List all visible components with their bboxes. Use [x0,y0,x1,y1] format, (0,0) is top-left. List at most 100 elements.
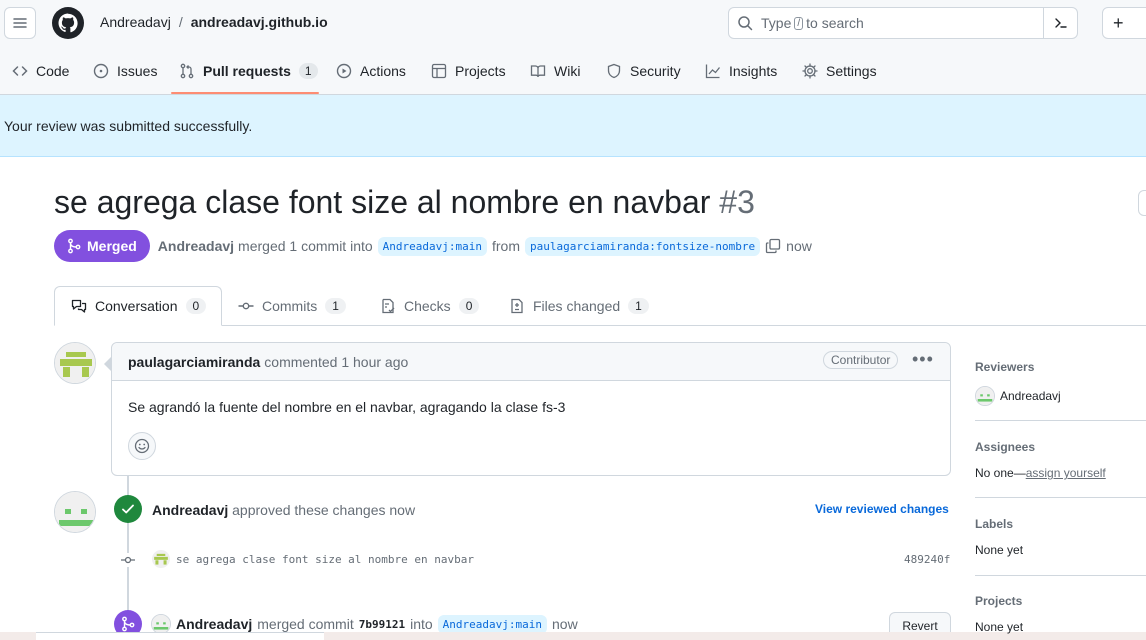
pull-requests-counter: 1 [298,62,318,79]
nav-projects[interactable]: Projects [431,46,506,95]
nav-issues[interactable]: Issues [93,46,157,95]
add-reaction-button[interactable] [128,432,156,460]
repo-nav: Code Issues Pull requests 1 Actions Proj… [0,46,1146,95]
repo-owner-link[interactable]: Andreadavj [100,14,171,30]
menu-button[interactable] [4,7,36,39]
copy-branch-button[interactable] [765,238,781,254]
copy-icon [766,238,781,254]
nav-actions[interactable]: Actions [336,46,406,95]
commit-sha-link[interactable]: 489240f [904,553,950,566]
assignees-section: Assignees No one— assign yourself [975,440,1146,480]
create-new-button[interactable]: + [1102,7,1146,39]
nav-settings[interactable]: Settings [802,46,877,95]
pr-meta: Merged Andreadavj merged 1 commit into A… [54,230,812,262]
git-commit-icon [238,302,254,310]
nav-code-label: Code [36,62,70,79]
plus-icon: + [1113,12,1124,33]
review-action: approved these changes now [232,502,416,518]
contributor-badge: Contributor [823,351,899,369]
tab-commits[interactable]: Commits 1 [238,286,346,326]
comment-body: Se agrandó la fuente del nombre en el na… [128,399,566,415]
projects-section: Projects None yet [975,594,1146,634]
reviewer-link[interactable]: Andreadavj [152,502,228,518]
tab-checks[interactable]: Checks 0 [380,286,480,326]
view-reviewed-changes-link[interactable]: View reviewed changes [815,502,949,516]
comment-discussion-icon [71,299,87,313]
commit-node [120,553,136,567]
pr-from-text: from [492,238,520,254]
nav-pull-requests-label: Pull requests [203,62,291,79]
nav-wiki-label: Wiki [554,62,581,79]
avatar[interactable] [54,342,96,384]
checklist-icon [382,298,395,314]
avatar[interactable] [151,614,171,634]
comment-author-link[interactable]: paulagarciamiranda [128,354,260,370]
tab-conversation-counter: 0 [185,298,207,314]
flash-message: Your review was submitted successfully. [4,117,253,134]
repo-name-link[interactable]: andreadavj.github.io [191,14,328,30]
page-title: se agrega clase font size al nombre en n… [54,184,755,221]
file-diff-icon [511,298,523,314]
merger-link[interactable]: Andreadavj [176,616,252,632]
github-logo-icon[interactable] [52,7,84,39]
search-input[interactable]: Type / to search [728,7,1078,39]
labels-value: None yet [975,543,1024,557]
nav-insights[interactable]: Insights [705,46,777,95]
assignees-none: No one— [975,466,1026,480]
pr-author-link[interactable]: Andreadavj [158,238,234,254]
command-palette-button[interactable] [1043,8,1077,38]
avatar[interactable] [152,550,170,568]
repo-breadcrumb: Andreadavj / andreadavj.github.io [100,14,328,30]
nav-actions-label: Actions [360,62,406,79]
nav-pull-requests[interactable]: Pull requests 1 [179,46,318,95]
tab-conversation-label: Conversation [95,298,178,314]
reviewers-section: Reviewers Andreadavj [975,360,1146,406]
tab-commits-label: Commits [262,298,318,314]
labels-section: Labels None yet [975,517,1146,557]
merge-target-branch[interactable]: Andreadavj:main [437,614,547,634]
nav-security[interactable]: Security [606,46,681,95]
issue-opened-icon [93,63,109,78]
merge-commit-sha-link[interactable]: 7b99121 [359,618,405,631]
pr-merged-text: merged 1 commit into [238,238,373,254]
status-badge-label: Merged [87,238,137,254]
head-branch[interactable]: paulagarciamiranda:fontsize-nombre [525,236,761,256]
smiley-icon [134,438,150,454]
review-event: Andreadavj approved these changes now [152,502,415,518]
hamburger-icon [13,18,27,28]
git-merge-icon [122,616,135,632]
git-commit-icon [121,556,135,564]
assign-yourself-link[interactable]: assign yourself [1026,466,1106,480]
comment-timestamp[interactable]: commented 1 hour ago [264,354,408,370]
tab-commits-counter: 1 [325,298,346,314]
reviewers-title[interactable]: Reviewers [975,360,1146,374]
projects-title[interactable]: Projects [975,594,1146,608]
play-icon [336,63,352,78]
reviewer-item[interactable]: Andreadavj [975,386,1146,406]
nav-wiki[interactable]: Wiki [530,46,580,95]
identicon-icon [55,492,95,532]
nav-security-label: Security [630,62,681,79]
pr-tabs: Conversation 0 Commits 1 Checks 0 Files … [54,286,1146,326]
search-shortcut-key: / [794,16,804,30]
tab-conversation[interactable]: Conversation 0 [54,286,222,326]
revert-button-label: Revert [902,619,938,633]
nav-code[interactable]: Code [12,46,69,95]
avatar [975,386,995,406]
tab-files-changed[interactable]: Files changed 1 [509,286,649,326]
status-badge: Merged [54,230,150,262]
labels-title[interactable]: Labels [975,517,1146,531]
base-branch[interactable]: Andreadavj:main [377,236,487,256]
breadcrumb-separator: / [178,14,183,30]
shield-icon [607,63,621,78]
assignees-title[interactable]: Assignees [975,440,1146,454]
check-icon [122,504,134,514]
merge-event-time: now [552,616,578,632]
commit-message-link[interactable]: se agrega clase font size al nombre en n… [176,553,474,566]
edit-title-button[interactable] [1138,190,1146,216]
search-placeholder-prefix: Type [761,15,792,31]
comment-options-button[interactable]: ••• [912,350,934,368]
avatar[interactable] [54,491,96,533]
git-merge-icon [68,238,81,254]
tab-files-changed-label: Files changed [533,298,621,314]
